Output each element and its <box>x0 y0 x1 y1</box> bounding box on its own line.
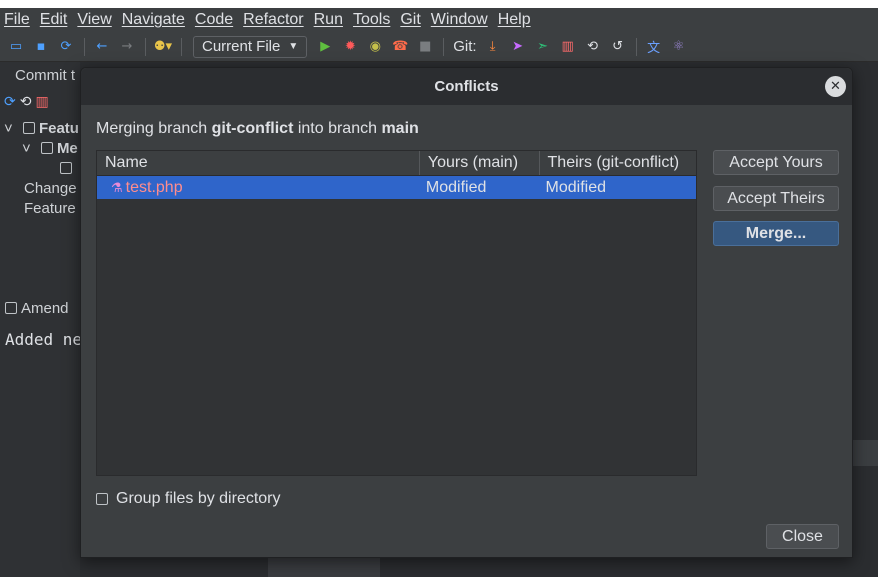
amend-option[interactable]: Amend <box>5 300 69 317</box>
accept-theirs-button[interactable]: Accept Theirs <box>713 186 839 211</box>
toolbar-divider <box>84 37 85 56</box>
commit-tool-window: Commit t ⟳ ⟲ ▥ ˅ Featu ˅ Me Change Featu… <box>0 62 82 577</box>
run-icon[interactable]: ▶ <box>313 36 337 58</box>
file-name-cell: ⚗ test.php <box>97 179 420 197</box>
file-name: test.php <box>125 178 183 196</box>
menu-view[interactable]: View <box>77 11 111 29</box>
git-label: Git: <box>453 38 477 55</box>
file-checkbox[interactable] <box>60 162 72 174</box>
amend-label: Amend <box>21 300 69 317</box>
menu-code[interactable]: Code <box>195 11 233 29</box>
run-configuration-label: Current File <box>202 38 281 55</box>
coverage-icon[interactable]: ◉ <box>363 36 387 58</box>
close-button[interactable]: Close <box>766 524 839 549</box>
changelist-label: Featu <box>38 120 79 137</box>
merge-prefix: Merging branch <box>96 120 212 137</box>
group-by-directory-checkbox[interactable] <box>96 493 108 505</box>
toolbar-divider <box>443 37 445 56</box>
feature-row[interactable]: Feature <box>24 200 76 217</box>
merge-middle: into branch <box>293 120 382 137</box>
group-by-directory-option[interactable]: Group files by directory <box>96 490 281 508</box>
toolbar-divider <box>635 37 637 56</box>
history-icon[interactable]: ⟲ <box>581 36 605 58</box>
menu-refactor[interactable]: Refactor <box>243 11 303 29</box>
column-name[interactable]: Name <box>97 151 420 175</box>
right-scroll-block <box>852 440 878 466</box>
close-icon[interactable]: ✕ <box>825 76 846 97</box>
git-pull-icon[interactable]: ➣ <box>531 36 555 58</box>
toolbar-divider <box>181 37 182 56</box>
menu-edit[interactable]: Edit <box>40 11 68 29</box>
git-push-icon[interactable]: ➤ <box>506 36 530 58</box>
folder-icon[interactable]: ▭ <box>4 36 28 58</box>
menu-file[interactable]: File <box>4 11 30 29</box>
merge-button[interactable]: Merge... <box>713 221 839 246</box>
users-icon[interactable]: ⚉▾ <box>151 36 175 58</box>
run-configuration-select[interactable]: Current File ▼ <box>193 35 308 58</box>
menu-run[interactable]: Run <box>314 11 343 29</box>
sync-icon[interactable]: ⟳ <box>54 36 78 58</box>
changes-row[interactable]: Change <box>24 180 77 197</box>
commit-tab[interactable]: Commit t <box>15 67 75 84</box>
menu-navigate[interactable]: Navigate <box>122 11 185 29</box>
group-by-directory-label: Group files by directory <box>116 490 281 507</box>
column-yours[interactable]: Yours (main) <box>420 151 540 175</box>
rollback-icon[interactable]: ⟲ <box>20 94 32 110</box>
theirs-status: Modified <box>545 178 606 196</box>
main-toolbar: ▭ ▪ ⟳ ← → ⚉▾ Current File ▼ ▶ ✹ ◉ ☎ ■ Gi… <box>0 32 878 62</box>
forward-icon[interactable]: → <box>115 36 139 58</box>
back-icon[interactable]: ← <box>90 36 114 58</box>
stop-icon[interactable]: ■ <box>413 36 437 58</box>
revert-icon[interactable]: ↺ <box>606 36 630 58</box>
dialog-title: Conflicts <box>434 78 499 95</box>
git-compare-icon[interactable]: ▥ <box>556 36 580 58</box>
menu-git[interactable]: Git <box>400 11 420 29</box>
changelist-checkbox[interactable] <box>22 122 35 134</box>
menu-window[interactable]: Window <box>431 11 488 29</box>
chevron-down-icon: ▼ <box>288 41 299 52</box>
sub-checkbox[interactable] <box>40 142 53 154</box>
expand-chevron-icon: ˅ <box>22 140 31 157</box>
window-top-strip <box>0 0 878 8</box>
translate-icon[interactable]: 文 <box>642 36 666 58</box>
conflicts-table: Name Yours (main) Theirs (git-conflict) … <box>96 150 697 476</box>
amend-checkbox[interactable] <box>5 302 17 314</box>
profiler-icon[interactable]: ☎ <box>388 36 412 58</box>
file-row[interactable] <box>60 160 76 177</box>
commit-message-field[interactable]: Added ne <box>5 330 82 349</box>
react-icon[interactable]: ⚛ <box>667 36 691 58</box>
table-row[interactable]: ⚗ test.php Modified Modified <box>97 176 696 199</box>
right-editor-area <box>852 62 878 577</box>
menu-bar: File Edit View Navigate Code Refactor Ru… <box>0 8 878 32</box>
expand-chevron-icon: ˅ <box>4 120 13 137</box>
conflicts-dialog: Conflicts ✕ Merging branch git-conflict … <box>80 67 853 558</box>
toolbar-divider <box>145 37 146 56</box>
subrow-label: Me <box>56 140 78 157</box>
save-icon[interactable]: ▪ <box>29 36 53 58</box>
yours-status: Modified <box>425 178 487 196</box>
table-header: Name Yours (main) Theirs (git-conflict) <box>97 151 696 176</box>
changelist-subrow[interactable]: ˅ Me <box>22 140 78 157</box>
commit-toolbar: ⟳ ⟲ ▥ <box>4 94 49 110</box>
php-file-icon: ⚗ <box>111 179 123 195</box>
dialog-titlebar: Conflicts ✕ <box>81 68 852 105</box>
merge-description: Merging branch git-conflict into branch … <box>96 120 419 138</box>
column-theirs[interactable]: Theirs (git-conflict) <box>540 151 696 175</box>
target-branch: main <box>381 120 419 137</box>
bottom-panel-fragment <box>268 558 380 577</box>
accept-yours-button[interactable]: Accept Yours <box>713 150 839 175</box>
menu-help[interactable]: Help <box>498 11 531 29</box>
debug-icon[interactable]: ✹ <box>338 36 362 58</box>
menu-tools[interactable]: Tools <box>353 11 390 29</box>
changelist-row[interactable]: ˅ Featu <box>4 120 79 137</box>
refresh-icon[interactable]: ⟳ <box>4 94 16 110</box>
diff-icon[interactable]: ▥ <box>35 94 48 110</box>
git-update-icon[interactable]: ⤓ <box>481 36 505 58</box>
source-branch: git-conflict <box>211 120 294 137</box>
